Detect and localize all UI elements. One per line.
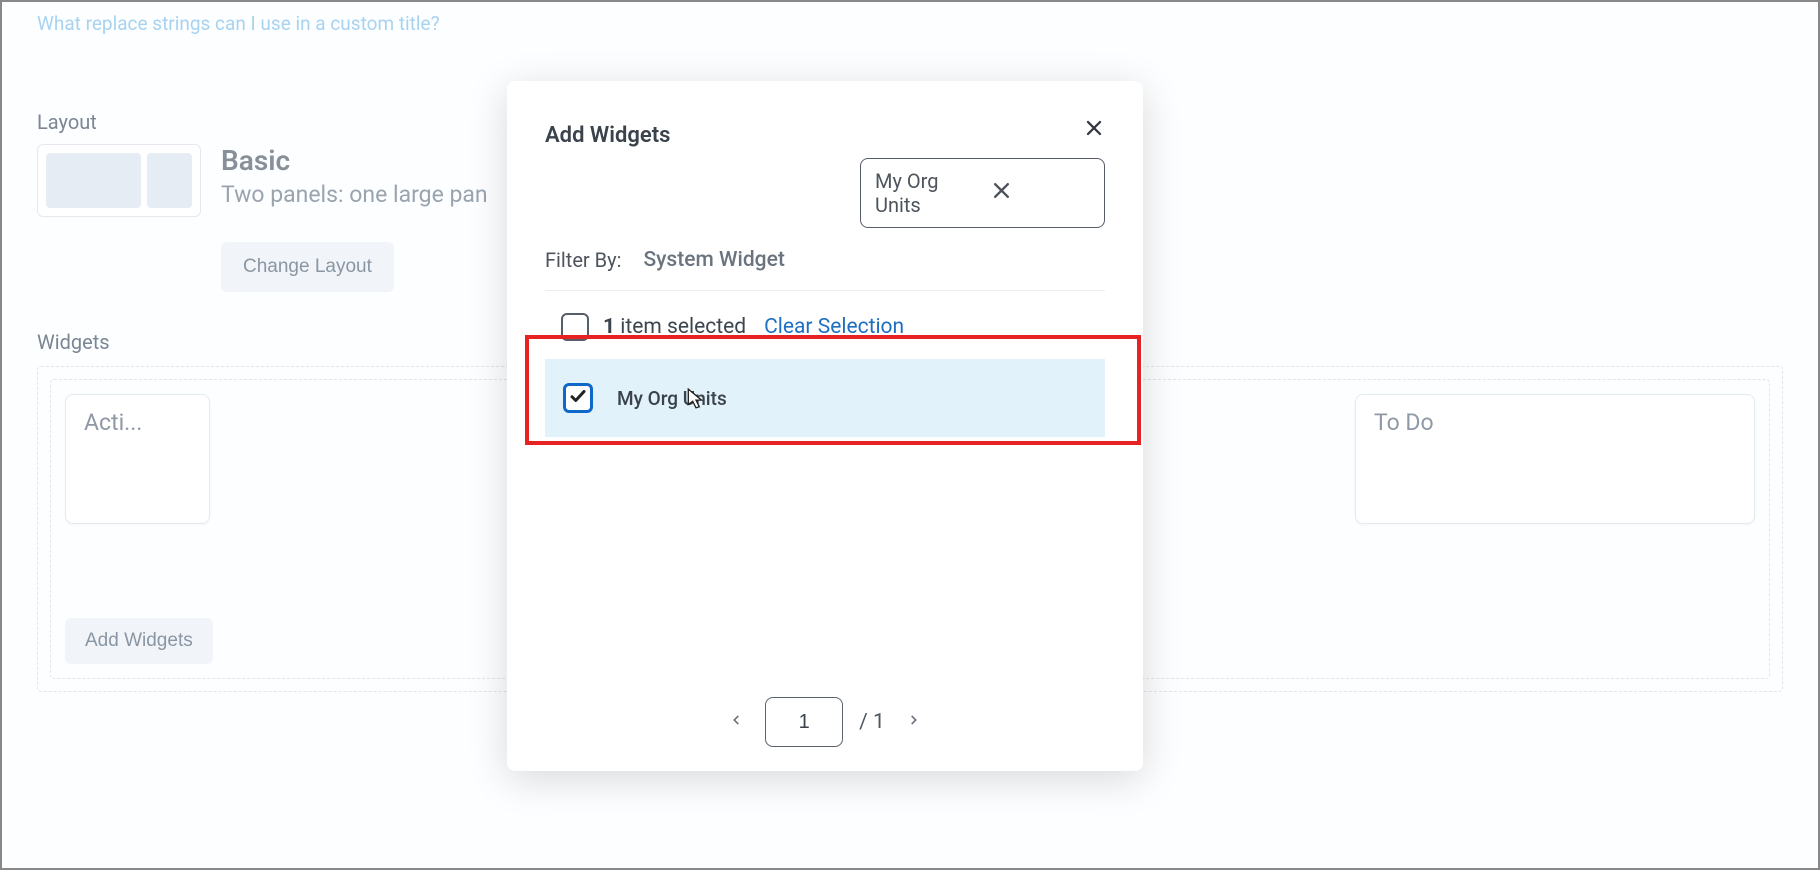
search-input[interactable]: My Org Units: [860, 158, 1105, 228]
layout-thumbnail: [37, 144, 201, 217]
clear-selection-link[interactable]: Clear Selection: [764, 315, 904, 339]
chevron-left-icon: [729, 715, 743, 734]
dialog-header: Add Widgets: [507, 81, 1143, 148]
clear-search-button[interactable]: [992, 181, 1091, 205]
checkmark-icon: [569, 387, 587, 409]
result-row-my-org-units[interactable]: My Org Units: [545, 359, 1105, 437]
filter-label: Filter By:: [545, 248, 621, 272]
select-all-checkbox[interactable]: [561, 313, 589, 341]
result-checkbox[interactable]: [563, 383, 593, 413]
filter-row: Filter By: System Widget: [545, 228, 1105, 291]
next-page-button[interactable]: [901, 706, 927, 738]
add-widgets-dialog: Add Widgets My Org Units Filter By: Syst…: [507, 81, 1143, 771]
search-row: My Org Units: [507, 148, 1143, 228]
layout-panel-large: [46, 153, 141, 208]
page-total: / 1: [859, 710, 885, 734]
widget-card-todo[interactable]: To Do: [1355, 394, 1755, 524]
result-label: My Org Units: [617, 387, 727, 410]
filter-value[interactable]: System Widget: [643, 248, 784, 272]
chevron-right-icon: [907, 715, 921, 734]
add-widgets-button-left[interactable]: Add Widgets: [65, 618, 213, 664]
selection-count: 1 item selected: [603, 315, 746, 339]
close-icon: [992, 181, 1011, 205]
layout-panel-small: [147, 153, 192, 208]
dialog-title: Add Widgets: [545, 123, 670, 148]
pagination: / 1: [507, 677, 1143, 747]
selection-row: 1 item selected Clear Selection: [545, 291, 1105, 359]
close-button[interactable]: [1083, 117, 1105, 143]
close-icon: [1085, 122, 1103, 141]
widget-card-activity[interactable]: Acti...: [65, 394, 210, 524]
prev-page-button[interactable]: [723, 706, 749, 738]
change-layout-button[interactable]: Change Layout: [221, 242, 394, 292]
page-number-input[interactable]: [765, 697, 843, 747]
search-value: My Org Units: [875, 169, 974, 217]
help-link[interactable]: What replace strings can I use in a cust…: [37, 12, 440, 35]
